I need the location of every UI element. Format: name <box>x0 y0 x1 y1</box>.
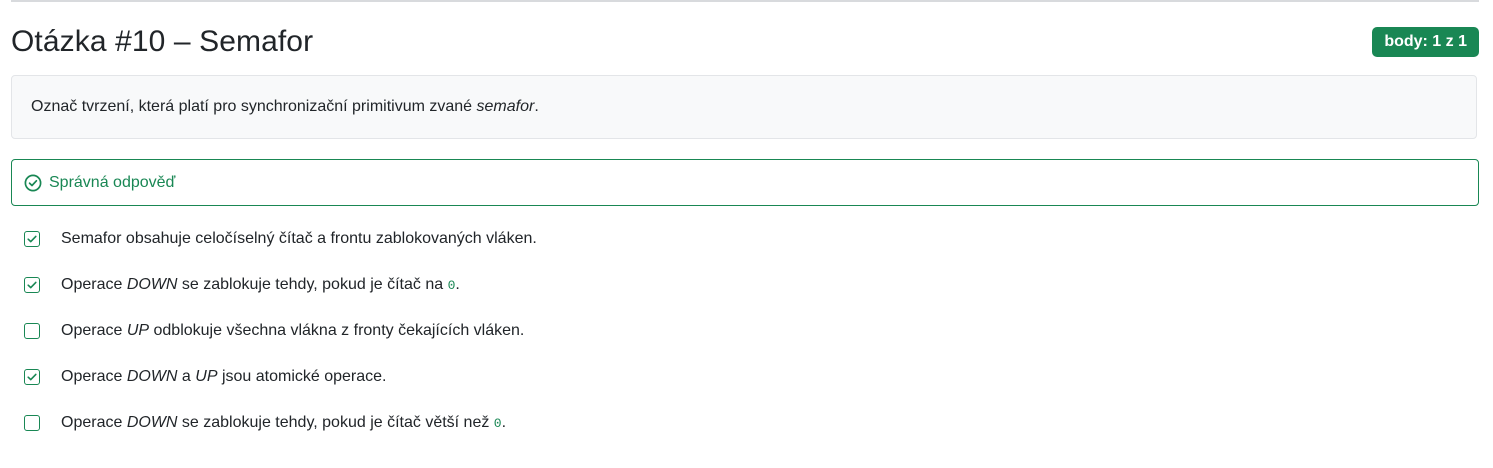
inline-code: 0 <box>493 416 502 431</box>
answer-option[interactable]: Operace UP odblokuje všechna vlákna z fr… <box>24 308 1464 354</box>
checkbox-checked-icon[interactable] <box>24 369 40 385</box>
answer-option[interactable]: Operace DOWN a UP jsou atomické operace. <box>24 354 1464 400</box>
answer-option-label: Semafor obsahuje celočíselný čítač a fro… <box>61 230 537 248</box>
question-header: Otázka #10 – Semafor body: 1 z 1 <box>11 20 1479 64</box>
emphasis-text: UP <box>195 368 218 385</box>
label-text: odblokuje všechna vlákna z fronty čekají… <box>149 322 525 339</box>
emphasis-text: UP <box>126 322 150 339</box>
emphasis-text: DOWN <box>126 276 178 293</box>
checkbox-checked-icon[interactable] <box>24 277 40 293</box>
emphasis-text: DOWN <box>126 414 178 431</box>
feedback-text: Správná odpověď <box>49 173 176 191</box>
answer-option-label: Operace DOWN se zablokuje tehdy, pokud j… <box>61 414 506 432</box>
check-circle-icon <box>24 174 42 192</box>
question-prompt: Označ tvrzení, která platí pro synchroni… <box>11 75 1477 139</box>
label-text: se zablokuje tehdy, pokud je čítač větší… <box>177 414 494 431</box>
label-text: jsou atomické operace. <box>217 368 387 385</box>
label-text: a <box>177 368 196 385</box>
question-title: Otázka #10 – Semafor <box>11 25 314 58</box>
answer-feedback: Správná odpověď <box>11 159 1479 206</box>
label-text: Semafor obsahuje celočíselný čítač a fro… <box>61 230 537 247</box>
top-divider <box>11 0 1479 2</box>
answer-option-label: Operace DOWN se zablokuje tehdy, pokud j… <box>61 276 460 294</box>
emphasis-text: DOWN <box>126 368 178 385</box>
label-text: Operace <box>61 414 127 431</box>
label-text: Operace <box>61 276 127 293</box>
prompt-emphasis: semafor <box>476 98 535 115</box>
answer-option[interactable]: Operace DOWN se zablokuje tehdy, pokud j… <box>24 400 1464 446</box>
checkbox-unchecked-icon[interactable] <box>24 415 40 431</box>
answer-option[interactable]: Semafor obsahuje celočíselný čítač a fro… <box>24 216 1464 262</box>
label-text: Operace <box>61 322 127 339</box>
label-text: . <box>501 414 507 431</box>
score-badge: body: 1 z 1 <box>1372 27 1479 57</box>
answer-option[interactable]: Operace DOWN se zablokuje tehdy, pokud j… <box>24 262 1464 308</box>
checkbox-checked-icon[interactable] <box>24 231 40 247</box>
label-text: se zablokuje tehdy, pokud je čítač na <box>177 276 448 293</box>
answer-options: Semafor obsahuje celočíselný čítač a fro… <box>24 216 1464 446</box>
answer-option-label: Operace DOWN a UP jsou atomické operace. <box>61 368 386 386</box>
prompt-text: Označ tvrzení, která platí pro synchroni… <box>31 98 539 115</box>
label-text: . <box>455 276 460 293</box>
checkbox-unchecked-icon[interactable] <box>24 323 40 339</box>
label-text: Operace <box>61 368 127 385</box>
answer-option-label: Operace UP odblokuje všechna vlákna z fr… <box>61 322 524 340</box>
